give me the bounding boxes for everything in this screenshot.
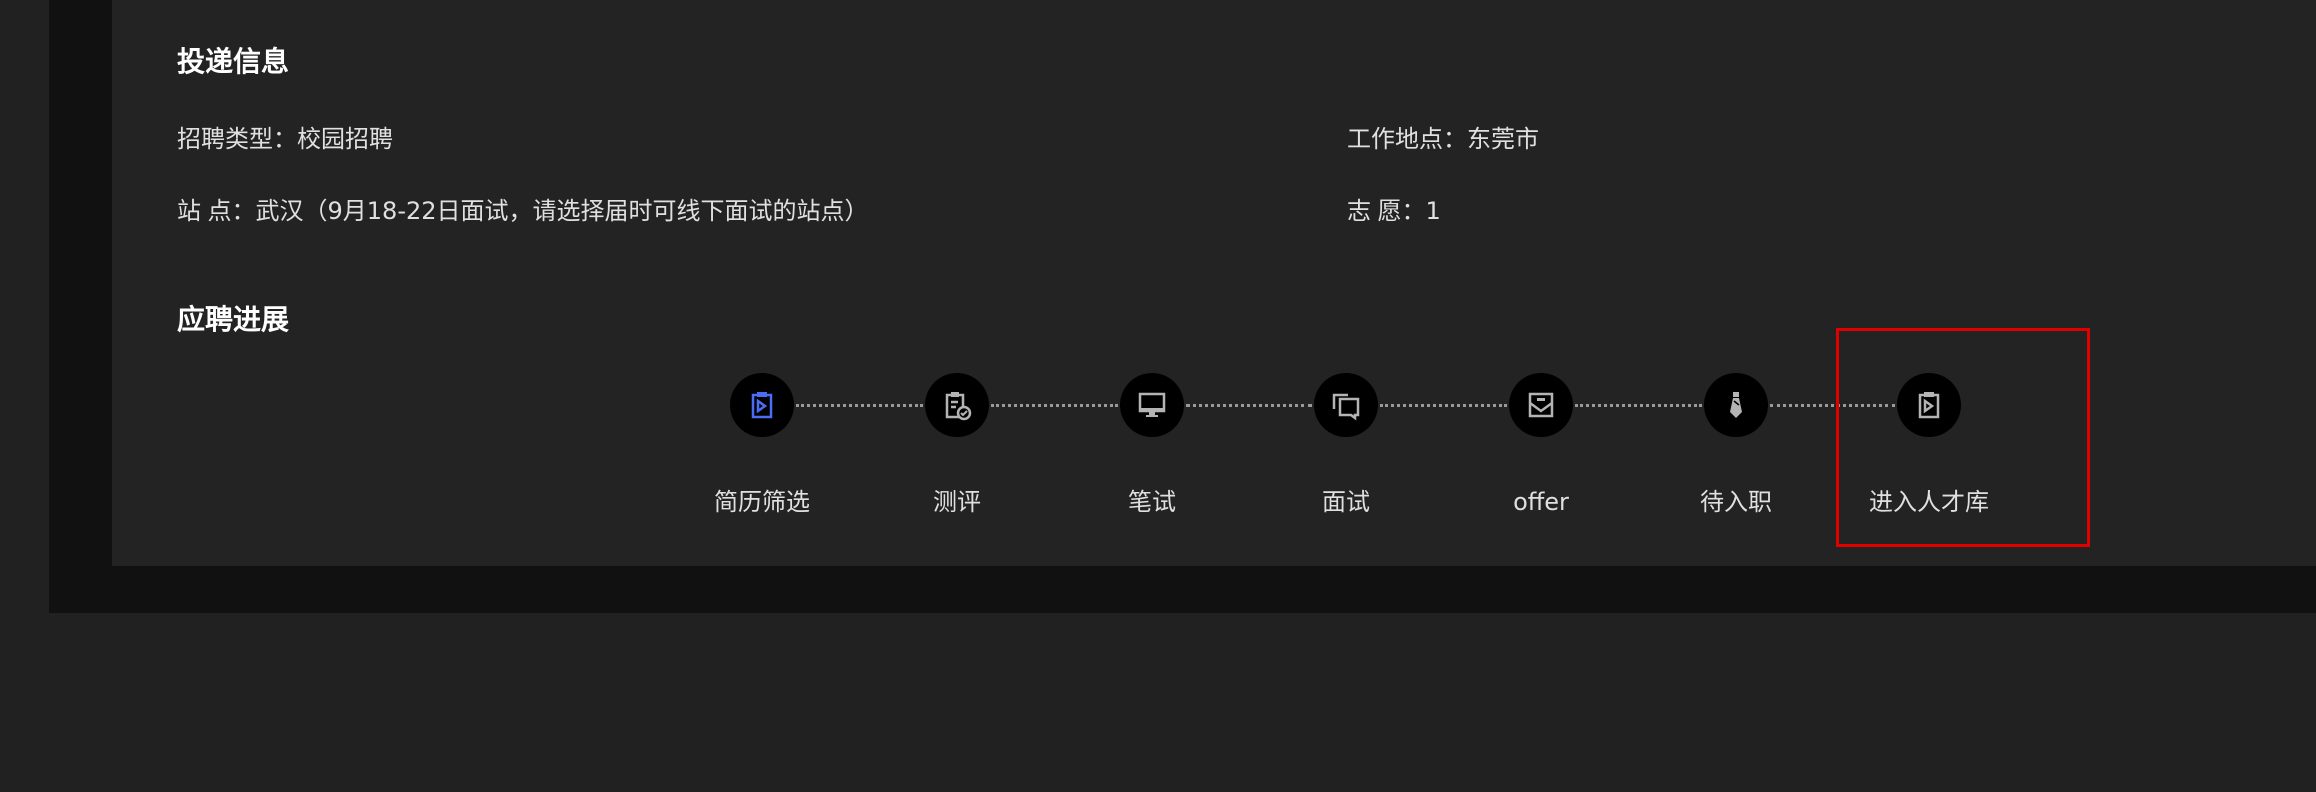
preference-label: 志 愿： [1347, 197, 1426, 225]
recruit-type-field: 招聘类型：校园招聘 [177, 127, 393, 151]
step-icon-circle [925, 373, 989, 437]
work-location-label: 工作地点： [1347, 125, 1467, 153]
step-icon-circle [730, 373, 794, 437]
delivery-info-heading: 投递信息 [177, 45, 290, 78]
progress-heading: 应聘进展 [177, 303, 290, 336]
work-location-field: 工作地点：东莞市 [1347, 127, 1539, 151]
step-label: offer [1513, 488, 1569, 516]
step-icon-circle [1704, 373, 1768, 437]
recruit-type-value: 校园招聘 [297, 125, 393, 153]
site-value: 武汉（9月18-22日面试，请选择届时可线下面试的站点） [255, 197, 869, 225]
highlight-box [1836, 328, 2090, 547]
clipboard-check-icon [945, 392, 972, 421]
step-icon-circle [1120, 373, 1184, 437]
step-label: 简历筛选 [714, 488, 810, 516]
progress-step[interactable]: 笔试 [1052, 373, 1252, 514]
work-location-value: 东莞市 [1467, 125, 1539, 153]
step-icon-circle [1509, 373, 1573, 437]
progress-step[interactable]: 简历筛选 [662, 373, 862, 514]
progress-step[interactable]: 测评 [857, 373, 1057, 514]
preference-field: 志 愿：1 [1347, 199, 1441, 223]
clipboard-arrow-icon [751, 392, 773, 419]
recruit-type-label: 招聘类型： [177, 125, 297, 153]
step-label: 测评 [933, 488, 981, 516]
progress-step[interactable]: offer [1441, 373, 1641, 514]
step-icon-circle [1314, 373, 1378, 437]
step-label: 笔试 [1128, 488, 1176, 516]
progress-step[interactable]: 待入职 [1636, 373, 1836, 514]
progress-step[interactable]: 面试 [1246, 373, 1446, 514]
monitor-icon [1138, 392, 1166, 417]
site-label: 站 点： [177, 197, 256, 225]
envelope-icon [1528, 392, 1554, 418]
step-label: 面试 [1322, 488, 1370, 516]
step-label: 待入职 [1700, 488, 1772, 516]
necktie-icon [1730, 392, 1742, 418]
site-field: 站 点：武汉（9月18-22日面试，请选择届时可线下面试的站点） [177, 199, 869, 223]
preference-value: 1 [1425, 197, 1441, 225]
chat-bubbles-icon [1332, 393, 1360, 421]
